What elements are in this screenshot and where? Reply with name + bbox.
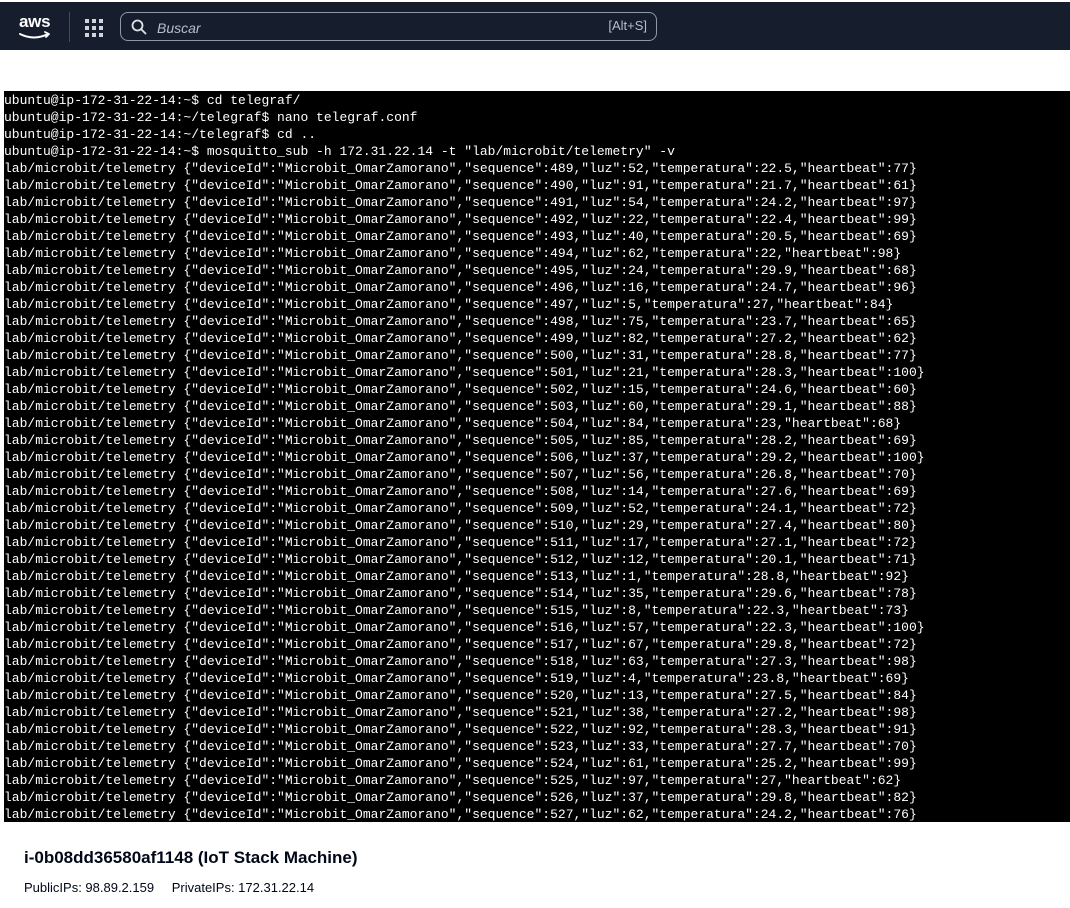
terminal-line: lab/microbit/telemetry {"deviceId":"Micr… bbox=[4, 603, 909, 618]
terminal-line: lab/microbit/telemetry {"deviceId":"Micr… bbox=[4, 178, 917, 193]
terminal-line: lab/microbit/telemetry {"deviceId":"Micr… bbox=[4, 161, 917, 176]
terminal-line: lab/microbit/telemetry {"deviceId":"Micr… bbox=[4, 722, 917, 737]
terminal-line: lab/microbit/telemetry {"deviceId":"Micr… bbox=[4, 790, 917, 805]
terminal-line: lab/microbit/telemetry {"deviceId":"Micr… bbox=[4, 586, 917, 601]
terminal-line: ubuntu@ip-172-31-22-14:~$ cd telegraf/ bbox=[4, 93, 301, 108]
instance-ip-info: PublicIPs: 98.89.2.159 PrivateIPs: 172.3… bbox=[24, 880, 328, 895]
search-input[interactable] bbox=[155, 16, 579, 39]
terminal-line: lab/microbit/telemetry {"deviceId":"Micr… bbox=[4, 263, 917, 278]
nav-divider bbox=[69, 12, 70, 42]
terminal-line: lab/microbit/telemetry {"deviceId":"Micr… bbox=[4, 280, 917, 295]
terminal-line: lab/microbit/telemetry {"deviceId":"Micr… bbox=[4, 195, 917, 210]
search-shortcut-hint: [Alt+S] bbox=[608, 18, 647, 33]
terminal-line: lab/microbit/telemetry {"deviceId":"Micr… bbox=[4, 535, 917, 550]
top-navigation-bar: aws [Alt+S] bbox=[0, 0, 1070, 50]
terminal-line: lab/microbit/telemetry {"deviceId":"Micr… bbox=[4, 297, 894, 312]
terminal-line: lab/microbit/telemetry {"deviceId":"Micr… bbox=[4, 314, 917, 329]
terminal-line: lab/microbit/telemetry {"deviceId":"Micr… bbox=[4, 229, 917, 244]
terminal-line: lab/microbit/telemetry {"deviceId":"Micr… bbox=[4, 756, 917, 771]
terminal-line: lab/microbit/telemetry {"deviceId":"Micr… bbox=[4, 416, 902, 431]
instance-title: i-0b08dd36580af1148 (IoT Stack Machine) bbox=[24, 848, 358, 867]
terminal-line: lab/microbit/telemetry {"deviceId":"Micr… bbox=[4, 467, 917, 482]
terminal-line: lab/microbit/telemetry {"deviceId":"Micr… bbox=[4, 212, 917, 227]
terminal-line: ubuntu@ip-172-31-22-14:~/telegraf$ cd .. bbox=[4, 127, 317, 142]
terminal-line: ubuntu@ip-172-31-22-14:~/telegraf$ nano … bbox=[4, 110, 418, 125]
grid-icon[interactable] bbox=[85, 19, 103, 37]
terminal-line: lab/microbit/telemetry {"deviceId":"Micr… bbox=[4, 484, 917, 499]
terminal-line: ubuntu@ip-172-31-22-14:~$ mosquitto_sub … bbox=[4, 144, 675, 159]
terminal-line: lab/microbit/telemetry {"deviceId":"Micr… bbox=[4, 246, 902, 261]
terminal-line: lab/microbit/telemetry {"deviceId":"Micr… bbox=[4, 773, 902, 788]
terminal-line: lab/microbit/telemetry {"deviceId":"Micr… bbox=[4, 569, 909, 584]
terminal-line: lab/microbit/telemetry {"deviceId":"Micr… bbox=[4, 450, 925, 465]
terminal-line: lab/microbit/telemetry {"deviceId":"Micr… bbox=[4, 331, 917, 346]
terminal-line: lab/microbit/telemetry {"deviceId":"Micr… bbox=[4, 637, 917, 652]
terminal-line: lab/microbit/telemetry {"deviceId":"Micr… bbox=[4, 620, 925, 635]
terminal-line: lab/microbit/telemetry {"deviceId":"Micr… bbox=[4, 365, 925, 380]
aws-logo[interactable]: aws bbox=[16, 10, 56, 44]
terminal-line: lab/microbit/telemetry {"deviceId":"Micr… bbox=[4, 654, 917, 669]
terminal-line: lab/microbit/telemetry {"deviceId":"Micr… bbox=[4, 688, 917, 703]
terminal-lines: ubuntu@ip-172-31-22-14:~$ cd telegraf/ub… bbox=[4, 91, 1070, 822]
terminal-line: lab/microbit/telemetry {"deviceId":"Micr… bbox=[4, 382, 917, 397]
terminal-line: lab/microbit/telemetry {"deviceId":"Micr… bbox=[4, 705, 917, 720]
aws-smile-icon bbox=[19, 31, 50, 39]
search-icon bbox=[131, 19, 147, 35]
terminal-line: lab/microbit/telemetry {"deviceId":"Micr… bbox=[4, 807, 917, 822]
terminal-line: lab/microbit/telemetry {"deviceId":"Micr… bbox=[4, 501, 917, 516]
terminal-line: lab/microbit/telemetry {"deviceId":"Micr… bbox=[4, 671, 909, 686]
private-ips: PrivateIPs: 172.31.22.14 bbox=[171, 880, 315, 895]
terminal-line: lab/microbit/telemetry {"deviceId":"Micr… bbox=[4, 399, 917, 414]
terminal-line: lab/microbit/telemetry {"deviceId":"Micr… bbox=[4, 433, 917, 448]
public-ips: PublicIPs: 98.89.2.159 bbox=[24, 880, 155, 895]
search-box[interactable]: [Alt+S] bbox=[120, 12, 657, 41]
terminal-output[interactable]: ubuntu@ip-172-31-22-14:~$ cd telegraf/ub… bbox=[4, 91, 1070, 822]
terminal-line: lab/microbit/telemetry {"deviceId":"Micr… bbox=[4, 348, 917, 363]
terminal-line: lab/microbit/telemetry {"deviceId":"Micr… bbox=[4, 518, 917, 533]
terminal-line: lab/microbit/telemetry {"deviceId":"Micr… bbox=[4, 739, 917, 754]
terminal-line: lab/microbit/telemetry {"deviceId":"Micr… bbox=[4, 552, 917, 567]
